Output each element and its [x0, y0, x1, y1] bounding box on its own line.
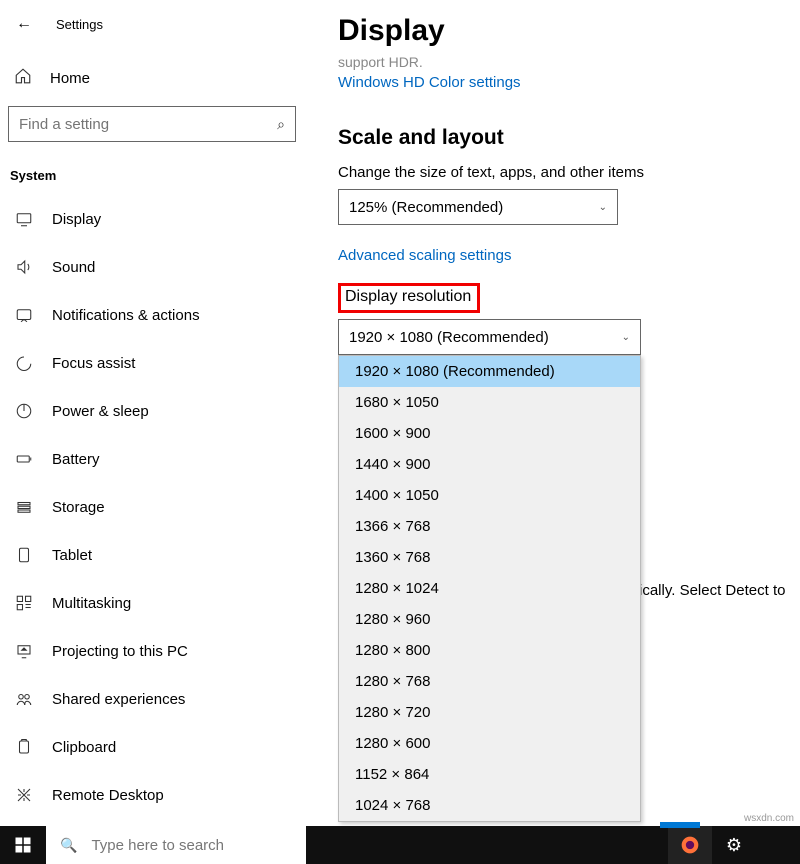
nav-icon [14, 641, 34, 661]
resolution-label: Display resolution [338, 283, 480, 313]
resolution-value: 1920 × 1080 (Recommended) [349, 329, 549, 346]
taskbar-extra[interactable] [756, 826, 800, 864]
back-button[interactable]: ← [16, 15, 32, 33]
nav-label: Remote Desktop [52, 787, 164, 804]
nav-label: Sound [52, 259, 95, 276]
nav-icon [14, 305, 34, 325]
app-title: Settings [56, 17, 103, 32]
nav-label: Tablet [52, 547, 92, 564]
resolution-option[interactable]: 1152 × 864 [339, 759, 640, 790]
sidebar-item-shared-experiences[interactable]: Shared experiences [0, 675, 310, 723]
nav-label: Display [52, 211, 101, 228]
sidebar-item-sound[interactable]: Sound [0, 243, 310, 291]
nav-icon [14, 593, 34, 613]
sidebar-item-battery[interactable]: Battery [0, 435, 310, 483]
resolution-option[interactable]: 1280 × 960 [339, 604, 640, 635]
watermark: wsxdn.com [744, 813, 794, 824]
page-title: Display [338, 14, 800, 48]
nav-icon [14, 449, 34, 469]
nav-icon [14, 545, 34, 565]
taskbar-search-placeholder: Type here to search [91, 837, 224, 854]
chevron-down-icon: ⌄ [599, 202, 607, 213]
resolution-option[interactable]: 1280 × 720 [339, 697, 640, 728]
resolution-option[interactable]: 1600 × 900 [339, 418, 640, 449]
resolution-option[interactable]: 1280 × 1024 [339, 573, 640, 604]
sidebar-item-power-sleep[interactable]: Power & sleep [0, 387, 310, 435]
section-label: System [0, 156, 310, 195]
nav-label: Multitasking [52, 595, 131, 612]
nav-label: Clipboard [52, 739, 116, 756]
resolution-option[interactable]: 1280 × 600 [339, 728, 640, 759]
nav-icon [14, 497, 34, 517]
scale-dropdown[interactable]: 125% (Recommended) ⌄ [338, 189, 618, 225]
hd-color-link[interactable]: Windows HD Color settings [338, 74, 521, 91]
scale-label: Change the size of text, apps, and other… [338, 164, 800, 181]
search-icon: ⌕ [277, 116, 285, 133]
nav-label: Focus assist [52, 355, 135, 372]
sidebar-item-storage[interactable]: Storage [0, 483, 310, 531]
sidebar-item-projecting-to-this-pc[interactable]: Projecting to this PC [0, 627, 310, 675]
resolution-option[interactable]: 1366 × 768 [339, 511, 640, 542]
taskbar-search[interactable]: 🔍 Type here to search [46, 826, 306, 864]
nav-icon [14, 353, 34, 373]
sidebar-item-clipboard[interactable]: Clipboard [0, 723, 310, 771]
resolution-option[interactable]: 1360 × 768 [339, 542, 640, 573]
resolution-option[interactable]: 1024 × 768 [339, 790, 640, 821]
settings-search-input[interactable] [19, 116, 277, 133]
resolution-option[interactable]: 1280 × 768 [339, 666, 640, 697]
firefox-taskbar-icon[interactable] [668, 826, 712, 864]
sidebar-item-display[interactable]: Display [0, 195, 310, 243]
resolution-option[interactable]: 1400 × 1050 [339, 480, 640, 511]
settings-taskbar-icon[interactable]: ⚙ [712, 826, 756, 864]
sidebar-item-multitasking[interactable]: Multitasking [0, 579, 310, 627]
nav-icon [14, 689, 34, 709]
nav-label: Shared experiences [52, 691, 185, 708]
scale-value: 125% (Recommended) [349, 199, 503, 216]
nav-icon [14, 785, 34, 805]
nav-label: Power & sleep [52, 403, 149, 420]
sidebar-item-notifications-actions[interactable]: Notifications & actions [0, 291, 310, 339]
start-button[interactable] [0, 826, 46, 864]
nav-label: Battery [52, 451, 100, 468]
hdr-subtext: support HDR. [338, 54, 800, 70]
nav-icon [14, 401, 34, 421]
settings-search[interactable]: ⌕ [8, 106, 296, 142]
search-icon: 🔍 [60, 837, 77, 854]
nav-label: Storage [52, 499, 105, 516]
home-icon [14, 67, 32, 90]
home-label: Home [50, 70, 90, 87]
taskbar-highlight [660, 822, 700, 828]
sidebar-item-focus-assist[interactable]: Focus assist [0, 339, 310, 387]
resolution-option[interactable]: 1280 × 800 [339, 635, 640, 666]
taskbar: 🔍 Type here to search ⚙ [0, 826, 800, 864]
resolution-option[interactable]: 1440 × 900 [339, 449, 640, 480]
nav-label: Projecting to this PC [52, 643, 188, 660]
home-nav[interactable]: Home [0, 58, 310, 98]
advanced-scaling-link[interactable]: Advanced scaling settings [338, 247, 511, 264]
sidebar-item-remote-desktop[interactable]: Remote Desktop [0, 771, 310, 819]
nav-icon [14, 257, 34, 277]
nav-icon [14, 209, 34, 229]
resolution-dropdown[interactable]: 1920 × 1080 (Recommended) ⌄ [338, 319, 641, 355]
resolution-option[interactable]: 1680 × 1050 [339, 387, 640, 418]
nav-icon [14, 737, 34, 757]
gear-icon: ⚙ [726, 835, 742, 856]
resolution-option[interactable]: 1920 × 1080 (Recommended) [339, 356, 640, 387]
resolution-options-list: 1920 × 1080 (Recommended)1680 × 10501600… [338, 355, 641, 822]
nav-label: Notifications & actions [52, 307, 200, 324]
scale-heading: Scale and layout [338, 126, 800, 150]
sidebar-item-tablet[interactable]: Tablet [0, 531, 310, 579]
chevron-down-icon: ⌄ [622, 332, 630, 343]
